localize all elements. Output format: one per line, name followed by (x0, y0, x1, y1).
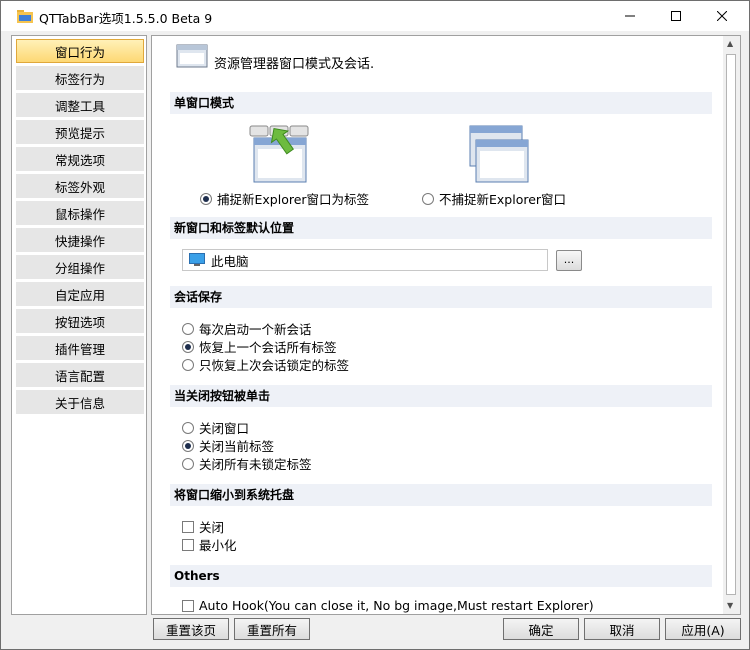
page-description: 资源管理器窗口模式及会话. (214, 57, 375, 72)
sidebar-item-label: 快捷操作 (54, 233, 105, 249)
sidebar-item-label: 标签行为 (54, 71, 105, 87)
sidebar-item-buttons[interactable]: 按钮选项 (16, 309, 144, 333)
checkbox-label: 关闭 (199, 520, 225, 535)
radio-indicator (200, 192, 212, 205)
default-location-field[interactable]: 此电脑 (182, 249, 548, 271)
close-current-tab-radio[interactable]: 关闭当前标签 (182, 436, 274, 455)
section-others: Others (170, 565, 712, 587)
sidebar-item-language[interactable]: 语言配置 (16, 363, 144, 387)
sidebar-item-label: 自定应用 (54, 287, 105, 303)
capture-new-explorer-radio[interactable]: 捕捉新Explorer窗口为标签 (200, 189, 369, 208)
sidebar-item-general[interactable]: 常规选项 (16, 147, 144, 171)
window-title: QTTabBar选项1.5.5.0 Beta 9 (39, 11, 213, 26)
radio-indicator (182, 322, 194, 335)
sidebar-item-label: 关于信息 (54, 395, 105, 411)
computer-icon (189, 253, 205, 266)
no-capture-explorer-radio[interactable]: 不捕捉新Explorer窗口 (422, 189, 566, 208)
ok-button[interactable]: 确定 (503, 618, 579, 640)
category-sidebar: 窗口行为 标签行为 调整工具 预览提示 常规选项 标签外观 鼠标操作 快捷操作 … (11, 35, 147, 615)
tray-on-minimize-checkbox[interactable]: 最小化 (182, 535, 237, 554)
maximize-button[interactable] (653, 1, 699, 31)
session-restore-all-radio[interactable]: 恢复上一个会话所有标签 (182, 337, 337, 356)
reset-page-button[interactable]: 重置该页 (153, 618, 229, 640)
minimize-button[interactable] (607, 1, 653, 31)
sidebar-item-label: 插件管理 (54, 341, 105, 357)
default-location-value: 此电脑 (211, 253, 249, 269)
scroll-up-icon[interactable]: ▲ (727, 39, 733, 48)
sidebar-item-label: 标签外观 (54, 179, 105, 195)
title-bar: QTTabBar选项1.5.5.0 Beta 9 (1, 1, 749, 31)
maximize-icon (671, 11, 681, 21)
radio-indicator (182, 421, 194, 434)
session-restore-locked-radio[interactable]: 只恢复上次会话锁定的标签 (182, 355, 349, 374)
sidebar-item-tweaks[interactable]: 调整工具 (16, 93, 144, 117)
sidebar-item-about[interactable]: 关于信息 (16, 390, 144, 414)
sidebar-item-label: 常规选项 (54, 152, 105, 168)
sidebar-item-shortcuts[interactable]: 快捷操作 (16, 228, 144, 252)
radio-indicator (182, 358, 194, 371)
scrollbar-thumb[interactable] (726, 54, 736, 595)
sidebar-item-tab-behavior[interactable]: 标签行为 (16, 66, 144, 90)
options-window: QTTabBar选项1.5.5.0 Beta 9 窗口行为 标签行为 调整工具 … (0, 0, 750, 650)
folder-app-icon (17, 10, 33, 23)
sidebar-item-plugins[interactable]: 插件管理 (16, 336, 144, 360)
capture-window-icon (249, 125, 309, 183)
radio-indicator (422, 192, 434, 205)
sidebar-item-mouse[interactable]: 鼠标操作 (16, 201, 144, 225)
radio-indicator (182, 457, 194, 470)
sidebar-item-label: 鼠标操作 (54, 206, 105, 222)
radio-label: 关闭当前标签 (199, 439, 275, 454)
scroll-down-icon[interactable]: ▼ (727, 601, 733, 610)
section-default-location: 新窗口和标签默认位置 (170, 217, 712, 239)
sidebar-item-label: 预览提示 (54, 125, 105, 141)
auto-hook-checkbox[interactable]: Auto Hook(You can close it, No bg image,… (182, 598, 594, 613)
radio-indicator (182, 439, 194, 452)
sidebar-item-label: 窗口行为 (54, 44, 105, 60)
radio-indicator (182, 340, 194, 353)
sidebar-item-preview-tips[interactable]: 预览提示 (16, 120, 144, 144)
section-session: 会话保存 (170, 286, 712, 308)
section-close-button: 当关闭按钮被单击 (170, 385, 712, 407)
sidebar-item-label: 按钮选项 (54, 314, 105, 330)
session-new-radio[interactable]: 每次启动一个新会话 (182, 319, 312, 338)
radio-label: 关闭所有未锁定标签 (199, 457, 312, 472)
vertical-scrollbar[interactable]: ▲ ▼ (723, 36, 740, 614)
checkbox-indicator (182, 538, 194, 551)
radio-label: 恢复上一个会话所有标签 (199, 340, 337, 355)
tray-on-close-checkbox[interactable]: 关闭 (182, 517, 224, 536)
close-window-radio[interactable]: 关闭窗口 (182, 418, 249, 437)
settings-panel: 资源管理器窗口模式及会话. 单窗口模式 捕捉新Explorer窗口为标签 不捕捉… (151, 35, 741, 615)
section-tray: 将窗口缩小到系统托盘 (170, 484, 712, 506)
minimize-icon (625, 15, 635, 17)
sidebar-item-tab-appearance[interactable]: 标签外观 (16, 174, 144, 198)
radio-label: 关闭窗口 (199, 421, 250, 436)
sidebar-item-groups[interactable]: 分组操作 (16, 255, 144, 279)
window-icon (176, 44, 208, 68)
section-single-window: 单窗口模式 (170, 92, 712, 114)
radio-label: 不捕捉新Explorer窗口 (439, 192, 567, 207)
checkbox-indicator (182, 520, 194, 533)
browse-button[interactable]: ... (556, 250, 582, 271)
radio-label: 每次启动一个新会话 (199, 322, 312, 337)
checkbox-indicator (182, 599, 194, 612)
close-button[interactable] (699, 1, 745, 31)
sidebar-item-label: 调整工具 (54, 98, 105, 114)
checkbox-label: 最小化 (199, 538, 237, 553)
no-capture-window-icon (469, 125, 529, 183)
apply-button[interactable]: 应用(A) (665, 618, 741, 640)
close-icon (717, 11, 727, 21)
radio-label: 只恢复上次会话锁定的标签 (199, 358, 350, 373)
cancel-button[interactable]: 取消 (584, 618, 660, 640)
checkbox-label: Auto Hook(You can close it, No bg image,… (199, 598, 594, 613)
sidebar-item-apps[interactable]: 自定应用 (16, 282, 144, 306)
radio-label: 捕捉新Explorer窗口为标签 (217, 192, 370, 207)
reset-all-button[interactable]: 重置所有 (234, 618, 310, 640)
close-unlocked-tabs-radio[interactable]: 关闭所有未锁定标签 (182, 454, 312, 473)
sidebar-item-label: 语言配置 (54, 368, 105, 384)
sidebar-item-window-behavior[interactable]: 窗口行为 (16, 39, 144, 63)
sidebar-item-label: 分组操作 (54, 260, 105, 276)
